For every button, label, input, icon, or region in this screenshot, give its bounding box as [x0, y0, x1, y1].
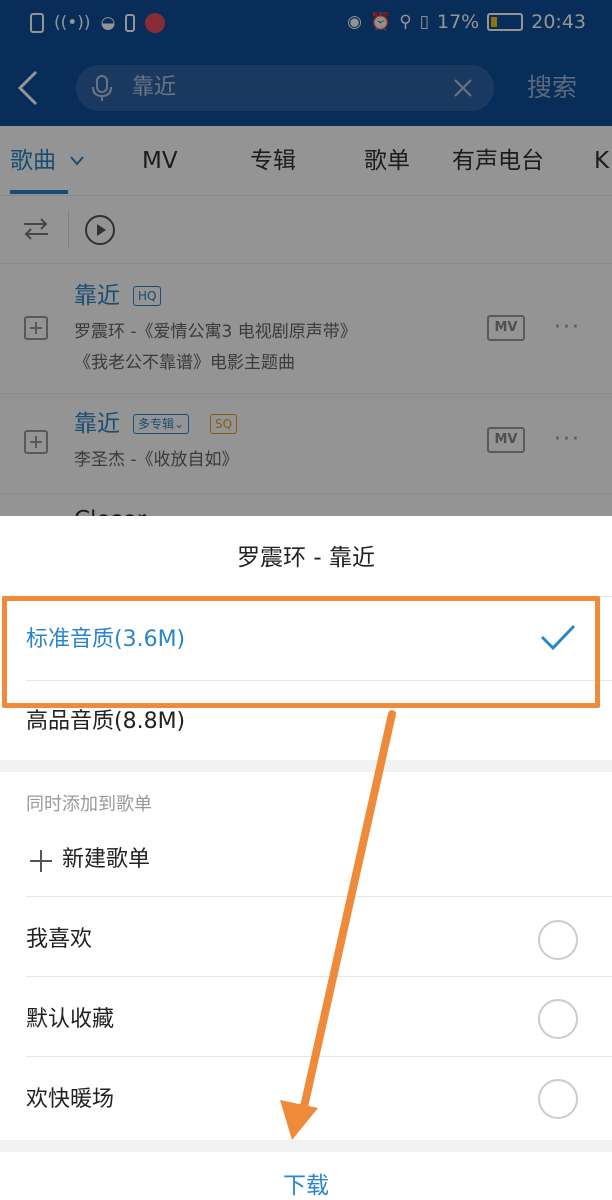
radio-icon[interactable]	[538, 1079, 578, 1119]
radio-icon[interactable]	[538, 920, 578, 960]
download-button[interactable]: 下载	[0, 1156, 612, 1200]
playlist-item-upbeat[interactable]: 欢快暖场	[26, 1084, 114, 1116]
radio-icon[interactable]	[538, 999, 578, 1039]
dim-overlay[interactable]	[0, 0, 612, 516]
add-to-playlist-label: 同时添加到歌单	[26, 794, 152, 815]
annotation-highlight-box	[2, 596, 600, 708]
plus-icon[interactable]	[30, 850, 52, 872]
divider	[26, 896, 612, 897]
playlist-item-favorites[interactable]: 我喜欢	[26, 924, 92, 956]
playlist-item-default[interactable]: 默认收藏	[26, 1004, 114, 1036]
quality-option-high[interactable]: 高品音质(8.8M)	[26, 706, 185, 738]
divider	[26, 976, 612, 977]
section-gap	[0, 760, 612, 772]
new-playlist-button[interactable]: 新建歌单	[62, 844, 150, 876]
divider	[26, 1056, 612, 1057]
section-gap	[0, 1140, 612, 1152]
sheet-title: 罗震环 - 靠近	[237, 545, 375, 571]
